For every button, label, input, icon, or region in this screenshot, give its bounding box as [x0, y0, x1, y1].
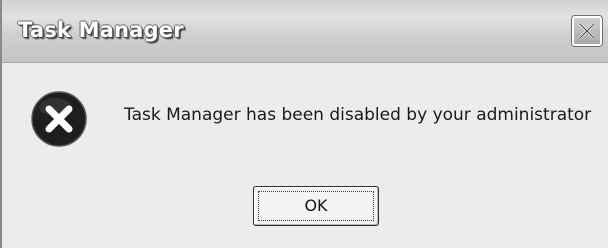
- error-icon: [31, 91, 87, 147]
- ok-button-label: OK: [304, 196, 328, 215]
- title-bar[interactable]: Task Manager: [2, 0, 608, 63]
- window-title: Task Manager: [18, 18, 184, 42]
- dialog-window: Task Manager Task Manager has been disab…: [0, 0, 608, 248]
- error-message: Task Manager has been disabled by your a…: [124, 105, 592, 125]
- close-icon: [579, 23, 595, 39]
- ok-button[interactable]: OK: [253, 186, 379, 226]
- close-button[interactable]: [572, 16, 602, 46]
